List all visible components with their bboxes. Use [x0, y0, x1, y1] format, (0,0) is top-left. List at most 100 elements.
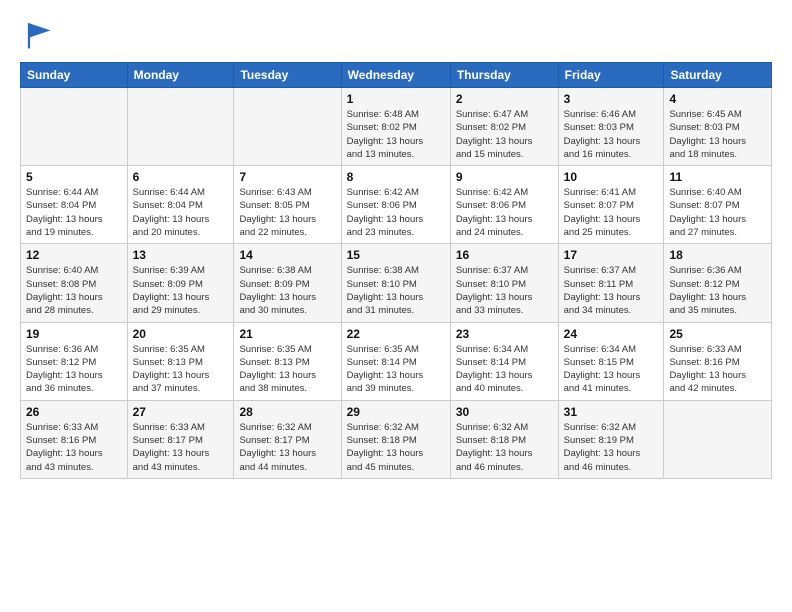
day-info: Sunrise: 6:35 AMSunset: 8:13 PMDaylight:…	[133, 343, 229, 396]
logo-area	[20, 16, 60, 52]
calendar-header-tuesday: Tuesday	[234, 63, 341, 88]
day-number: 13	[133, 248, 229, 262]
calendar-day: 19 Sunrise: 6:36 AMSunset: 8:12 PMDayligh…	[21, 322, 128, 400]
day-number: 5	[26, 170, 122, 184]
day-info: Sunrise: 6:41 AMSunset: 8:07 PMDaylight:…	[564, 186, 659, 239]
calendar-day: 9 Sunrise: 6:42 AMSunset: 8:06 PMDaylight…	[450, 166, 558, 244]
day-number: 4	[669, 92, 766, 106]
calendar-day: 30Sunrise: 6:32 AMSunset: 8:18 PMDayligh…	[450, 400, 558, 478]
calendar-day	[21, 88, 128, 166]
calendar-day: 16Sunrise: 6:37 AMSunset: 8:10 PMDayligh…	[450, 244, 558, 322]
calendar-day	[234, 88, 341, 166]
day-number: 28	[239, 405, 335, 419]
calendar-week-5: 26 Sunrise: 6:33 AMSunset: 8:16 PMDayligh…	[21, 400, 772, 478]
day-number: 26	[26, 405, 122, 419]
day-number: 19	[26, 327, 122, 341]
day-number: 12	[26, 248, 122, 262]
calendar-day: 15 Sunrise: 6:38 AMSunset: 8:10 PMDayligh…	[341, 244, 450, 322]
day-number: 25	[669, 327, 766, 341]
logo-icon	[20, 16, 56, 52]
calendar-week-3: 12 Sunrise: 6:40 AMSunset: 8:08 PMDayligh…	[21, 244, 772, 322]
day-info: Sunrise: 6:44 AMSunset: 8:04 PMDaylight:…	[133, 186, 229, 239]
calendar-day: 25 Sunrise: 6:33 AMSunset: 8:16 PMDayligh…	[664, 322, 772, 400]
day-info: Sunrise: 6:32 AMSunset: 8:17 PMDaylight:…	[239, 421, 335, 474]
calendar-day: 7Sunrise: 6:43 AMSunset: 8:05 PMDaylight…	[234, 166, 341, 244]
calendar-day: 28 Sunrise: 6:32 AMSunset: 8:17 PMDayligh…	[234, 400, 341, 478]
day-info: Sunrise: 6:32 AMSunset: 8:18 PMDaylight:…	[347, 421, 445, 474]
calendar-day: 26 Sunrise: 6:33 AMSunset: 8:16 PMDayligh…	[21, 400, 128, 478]
day-number: 24	[564, 327, 659, 341]
calendar-day: 24 Sunrise: 6:34 AMSunset: 8:15 PMDayligh…	[558, 322, 664, 400]
day-number: 17	[564, 248, 659, 262]
day-info: Sunrise: 6:37 AMSunset: 8:11 PMDaylight:…	[564, 264, 659, 317]
day-number: 1	[347, 92, 445, 106]
calendar-day: 5Sunrise: 6:44 AMSunset: 8:04 PMDaylight…	[21, 166, 128, 244]
day-info: Sunrise: 6:38 AMSunset: 8:10 PMDaylight:…	[347, 264, 445, 317]
calendar-header-wednesday: Wednesday	[341, 63, 450, 88]
calendar-header-sunday: Sunday	[21, 63, 128, 88]
day-info: Sunrise: 6:35 AMSunset: 8:14 PMDaylight:…	[347, 343, 445, 396]
day-info: Sunrise: 6:42 AMSunset: 8:06 PMDaylight:…	[456, 186, 553, 239]
day-info: Sunrise: 6:45 AMSunset: 8:03 PMDaylight:…	[669, 108, 766, 161]
calendar-week-1: 1 Sunrise: 6:48 AMSunset: 8:02 PMDaylight…	[21, 88, 772, 166]
calendar-header-friday: Friday	[558, 63, 664, 88]
calendar-day: 31 Sunrise: 6:32 AMSunset: 8:19 PMDayligh…	[558, 400, 664, 478]
day-number: 2	[456, 92, 553, 106]
day-info: Sunrise: 6:46 AMSunset: 8:03 PMDaylight:…	[564, 108, 659, 161]
calendar-day: 12 Sunrise: 6:40 AMSunset: 8:08 PMDayligh…	[21, 244, 128, 322]
calendar-day: 20Sunrise: 6:35 AMSunset: 8:13 PMDayligh…	[127, 322, 234, 400]
day-info: Sunrise: 6:38 AMSunset: 8:09 PMDaylight:…	[239, 264, 335, 317]
day-info: Sunrise: 6:33 AMSunset: 8:17 PMDaylight:…	[133, 421, 229, 474]
calendar-week-4: 19 Sunrise: 6:36 AMSunset: 8:12 PMDayligh…	[21, 322, 772, 400]
day-info: Sunrise: 6:47 AMSunset: 8:02 PMDaylight:…	[456, 108, 553, 161]
day-number: 23	[456, 327, 553, 341]
calendar-day: 29Sunrise: 6:32 AMSunset: 8:18 PMDayligh…	[341, 400, 450, 478]
day-number: 31	[564, 405, 659, 419]
calendar-day: 10 Sunrise: 6:41 AMSunset: 8:07 PMDayligh…	[558, 166, 664, 244]
calendar-header-thursday: Thursday	[450, 63, 558, 88]
calendar-day: 17 Sunrise: 6:37 AMSunset: 8:11 PMDayligh…	[558, 244, 664, 322]
header	[20, 16, 772, 52]
day-number: 15	[347, 248, 445, 262]
calendar-day: 23 Sunrise: 6:34 AMSunset: 8:14 PMDayligh…	[450, 322, 558, 400]
calendar-day: 4 Sunrise: 6:45 AMSunset: 8:03 PMDaylight…	[664, 88, 772, 166]
calendar-day	[127, 88, 234, 166]
day-info: Sunrise: 6:34 AMSunset: 8:14 PMDaylight:…	[456, 343, 553, 396]
day-number: 11	[669, 170, 766, 184]
calendar-day: 8 Sunrise: 6:42 AMSunset: 8:06 PMDaylight…	[341, 166, 450, 244]
calendar-day: 6 Sunrise: 6:44 AMSunset: 8:04 PMDaylight…	[127, 166, 234, 244]
calendar-day: 14Sunrise: 6:38 AMSunset: 8:09 PMDayligh…	[234, 244, 341, 322]
calendar-day: 27 Sunrise: 6:33 AMSunset: 8:17 PMDayligh…	[127, 400, 234, 478]
calendar-day	[664, 400, 772, 478]
calendar-day: 21 Sunrise: 6:35 AMSunset: 8:13 PMDayligh…	[234, 322, 341, 400]
day-info: Sunrise: 6:37 AMSunset: 8:10 PMDaylight:…	[456, 264, 553, 317]
day-info: Sunrise: 6:33 AMSunset: 8:16 PMDaylight:…	[669, 343, 766, 396]
day-number: 9	[456, 170, 553, 184]
day-info: Sunrise: 6:34 AMSunset: 8:15 PMDaylight:…	[564, 343, 659, 396]
calendar-header-saturday: Saturday	[664, 63, 772, 88]
day-number: 27	[133, 405, 229, 419]
calendar-day: 2 Sunrise: 6:47 AMSunset: 8:02 PMDaylight…	[450, 88, 558, 166]
day-info: Sunrise: 6:40 AMSunset: 8:08 PMDaylight:…	[26, 264, 122, 317]
day-info: Sunrise: 6:39 AMSunset: 8:09 PMDaylight:…	[133, 264, 229, 317]
day-number: 3	[564, 92, 659, 106]
day-info: Sunrise: 6:40 AMSunset: 8:07 PMDaylight:…	[669, 186, 766, 239]
calendar-day: 22 Sunrise: 6:35 AMSunset: 8:14 PMDayligh…	[341, 322, 450, 400]
day-info: Sunrise: 6:33 AMSunset: 8:16 PMDaylight:…	[26, 421, 122, 474]
day-number: 8	[347, 170, 445, 184]
day-number: 10	[564, 170, 659, 184]
calendar-day: 13 Sunrise: 6:39 AMSunset: 8:09 PMDayligh…	[127, 244, 234, 322]
day-number: 21	[239, 327, 335, 341]
day-info: Sunrise: 6:35 AMSunset: 8:13 PMDaylight:…	[239, 343, 335, 396]
day-info: Sunrise: 6:48 AMSunset: 8:02 PMDaylight:…	[347, 108, 445, 161]
calendar-day: 3 Sunrise: 6:46 AMSunset: 8:03 PMDaylight…	[558, 88, 664, 166]
day-info: Sunrise: 6:32 AMSunset: 8:19 PMDaylight:…	[564, 421, 659, 474]
day-info: Sunrise: 6:36 AMSunset: 8:12 PMDaylight:…	[26, 343, 122, 396]
calendar-table: SundayMondayTuesdayWednesdayThursdayFrid…	[20, 62, 772, 479]
calendar-day: 18Sunrise: 6:36 AMSunset: 8:12 PMDayligh…	[664, 244, 772, 322]
calendar-day: 11 Sunrise: 6:40 AMSunset: 8:07 PMDayligh…	[664, 166, 772, 244]
day-number: 22	[347, 327, 445, 341]
day-info: Sunrise: 6:36 AMSunset: 8:12 PMDaylight:…	[669, 264, 766, 317]
day-number: 6	[133, 170, 229, 184]
day-info: Sunrise: 6:42 AMSunset: 8:06 PMDaylight:…	[347, 186, 445, 239]
